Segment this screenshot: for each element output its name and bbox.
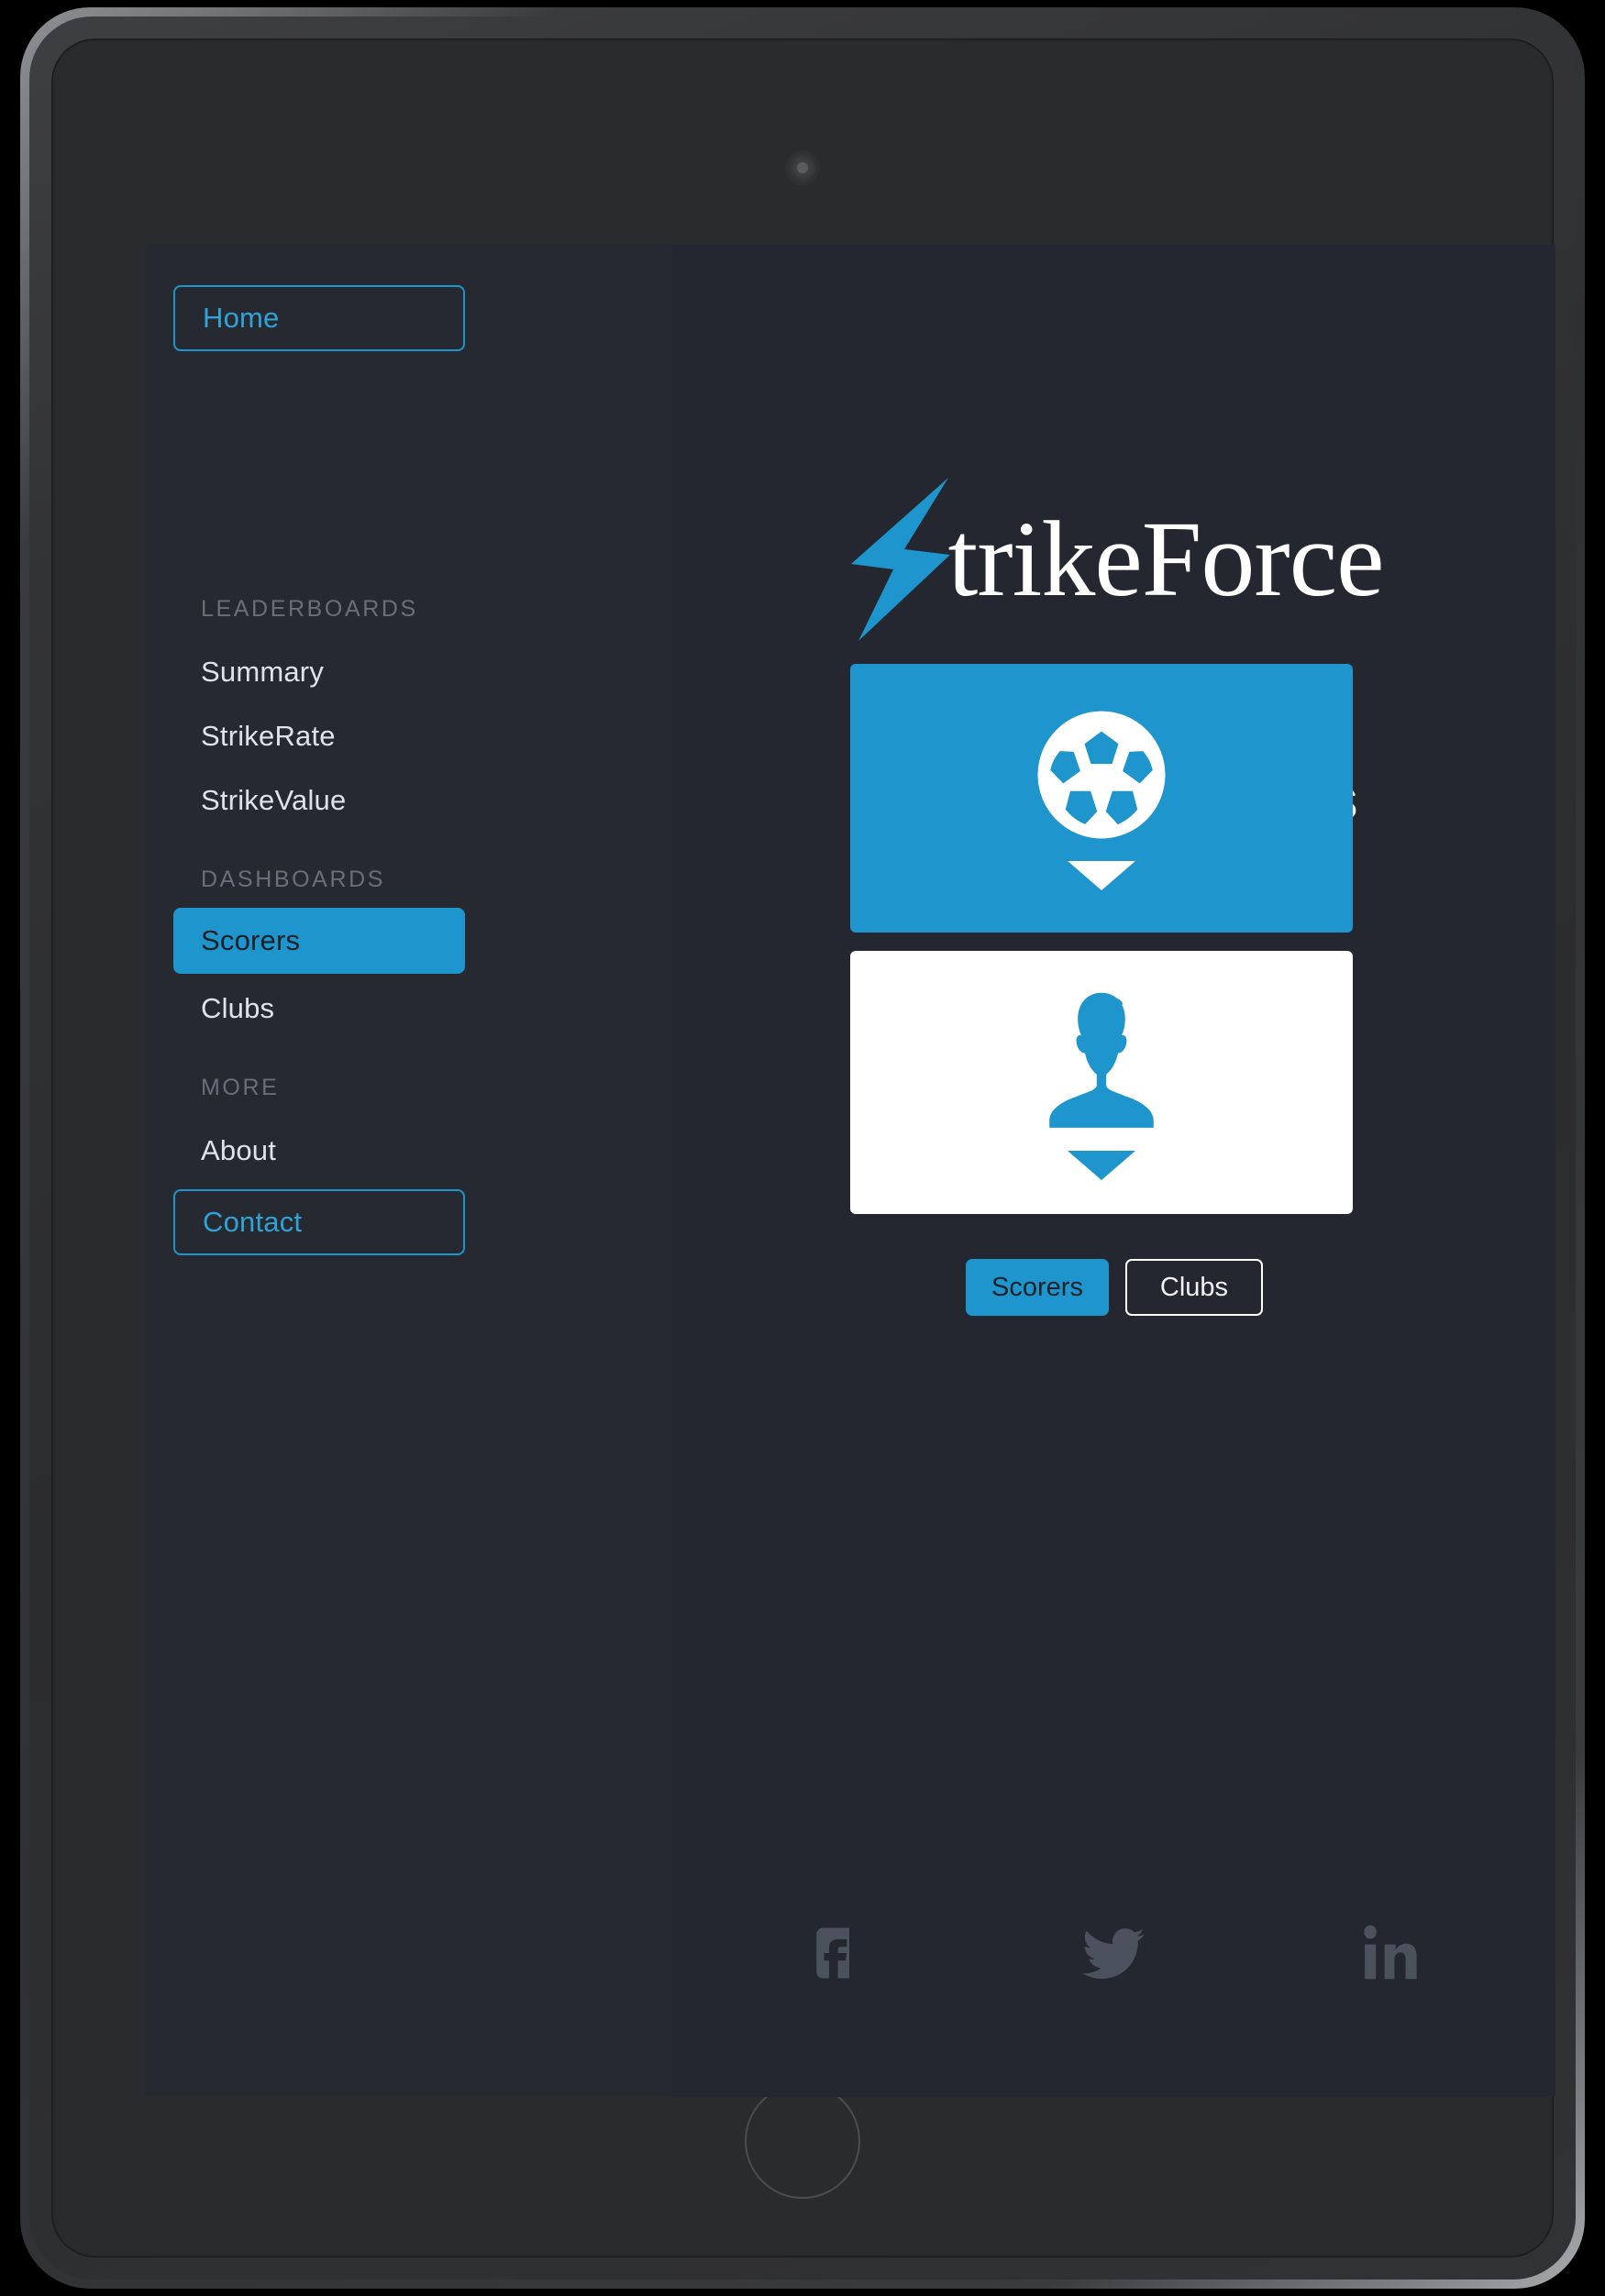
soccer-ball-icon [1034,706,1169,843]
facebook-icon [816,1927,849,1979]
facebook-link[interactable] [702,1923,977,1983]
sidebar-section-leaderboards: LEADERBOARDS [201,596,418,622]
toggle-scorers-button[interactable]: Scorers [966,1259,1109,1316]
camera-icon [787,152,818,183]
sidebar-item-about[interactable]: About [201,1134,276,1167]
tablet-device: Home LEADERBOARDS Summary StrikeRate Str… [20,7,1585,2289]
clubs-card[interactable] [850,951,1353,1214]
social-links [673,1923,1555,1983]
sidebar-item-summary[interactable]: Summary [201,656,324,689]
person-silhouette-icon [1049,992,1154,1128]
sidebar-item-clubs[interactable]: Clubs [201,992,274,1025]
twitter-link[interactable] [977,1926,1252,1981]
chevron-down-icon [1068,860,1135,890]
sidebar-section-dashboards: DASHBOARDS [201,867,386,892]
sidebar-item-label: Scorers [201,924,301,956]
toggle-clubs-button[interactable]: Clubs [1124,1259,1263,1316]
linkedin-link[interactable] [1252,1925,1527,1981]
tablet-screen: Home LEADERBOARDS Summary StrikeRate Str… [146,245,1555,2097]
scorers-card[interactable] [850,664,1353,933]
sidebar-item-label: Contact [203,1206,303,1238]
sidebar-item-scorers[interactable]: Scorers [173,908,465,974]
linkedin-icon [1364,1925,1417,1980]
brand-name: trikeForce [947,499,1385,619]
sidebar-item-strikerate[interactable]: StrikeRate [201,720,336,753]
dashboard-toggle-group: Scorers Clubs [673,1259,1555,1316]
home-button[interactable] [745,2083,860,2199]
main-content: trikeForce Scorer dashboards [673,245,1555,2097]
sidebar-section-more: MORE [201,1075,280,1100]
sidebar-item-label: Home [203,302,280,334]
device-bezel: Home LEADERBOARDS Summary StrikeRate Str… [51,39,1555,2257]
brand-logo: trikeForce [673,476,1555,643]
sidebar-item-contact[interactable]: Contact [173,1189,465,1255]
sidebar: Home LEADERBOARDS Summary StrikeRate Str… [146,245,673,2097]
sidebar-item-strikevalue[interactable]: StrikeValue [201,784,346,817]
chevron-down-icon [1068,1150,1135,1180]
lightning-bolt-icon [850,478,950,641]
sidebar-item-home[interactable]: Home [173,285,465,351]
device-body: Home LEADERBOARDS Summary StrikeRate Str… [29,17,1576,2279]
twitter-icon [1082,1928,1145,1979]
